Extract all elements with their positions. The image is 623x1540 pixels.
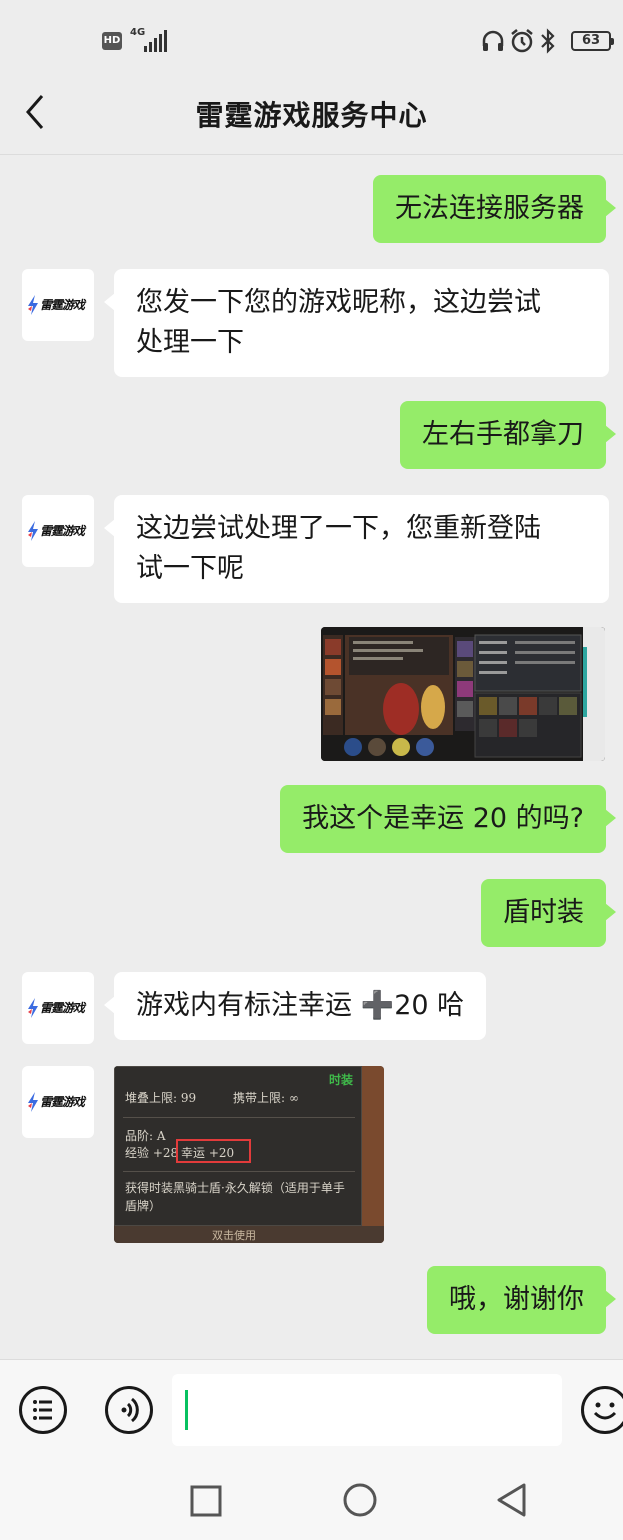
logo-bolt-icon: [28, 295, 38, 315]
emoji-button[interactable]: [581, 1386, 623, 1434]
signal-icon: [144, 30, 168, 52]
luck-highlight-box: [176, 1139, 251, 1163]
chat-title: 雷霆游戏服务中心: [195, 99, 428, 132]
message-sent[interactable]: 左右手都拿刀: [400, 401, 616, 469]
item-tooltip-panel: 时装 堆叠上限: 99 携带上限: ∞ 品阶: A 经验 +28 幸运 +20 …: [114, 1066, 362, 1226]
hd-icon: HD: [102, 32, 122, 50]
item-desc-line1: 获得时装黑骑士盾·永久解锁（适用于单手: [125, 1181, 345, 1195]
status-bar: HD 4G 63: [0, 0, 623, 80]
message-sent[interactable]: 我这个是幸运 20 的吗?: [280, 785, 616, 853]
item-use-hint: 双击使用: [212, 1229, 256, 1242]
avatar[interactable]: 雷霆游戏: [22, 269, 94, 341]
voice-button[interactable]: [105, 1386, 153, 1434]
status-icons: 63: [473, 26, 623, 56]
menu-list-button[interactable]: [19, 1386, 67, 1434]
alarm-icon: [511, 29, 533, 53]
nav-home-icon[interactable]: [341, 1481, 379, 1519]
stack-limit: 堆叠上限: 99: [125, 1091, 197, 1105]
input-bar: [0, 1359, 623, 1461]
received-image-item-tooltip[interactable]: 时装 堆叠上限: 99 携带上限: ∞ 品阶: A 经验 +28 幸运 +20 …: [114, 1066, 384, 1243]
message-received[interactable]: 您发一下您的游戏昵称，这边尝试 处理一下: [104, 269, 609, 377]
carry-limit: 携带上限: ∞: [233, 1091, 299, 1105]
message-sent[interactable]: 无法连接服务器: [373, 175, 616, 243]
battery-icon: 63: [571, 31, 614, 51]
bluetooth-icon: [541, 28, 555, 54]
avatar-label: 雷霆游戏: [40, 298, 85, 312]
divider: [123, 1117, 355, 1118]
headphones-icon: [482, 30, 504, 51]
nav-back-icon[interactable]: [494, 1481, 530, 1519]
sent-image-game-screenshot[interactable]: [321, 627, 605, 761]
tooltip-bg-art: [362, 1066, 384, 1243]
item-exp: 经验 +28: [125, 1146, 179, 1160]
logo-bolt-icon: [28, 521, 38, 541]
avatar-label: 雷霆游戏: [40, 1001, 85, 1015]
voice-icon: [121, 1397, 139, 1423]
emoji-icon: [593, 1402, 617, 1420]
avatar-label: 雷霆游戏: [40, 1095, 85, 1109]
menu-list-icon: [33, 1400, 52, 1420]
network-type: 4G: [130, 27, 146, 38]
message-sent[interactable]: 哦，谢谢你: [427, 1266, 616, 1334]
nav-recent-icon[interactable]: [188, 1483, 224, 1519]
game-screenshot-graphic: [321, 627, 605, 761]
message-sent[interactable]: 盾时装: [481, 879, 616, 947]
divider: [123, 1171, 355, 1172]
item-desc-line2: 盾牌）: [125, 1199, 162, 1213]
item-tag: 时装: [329, 1073, 354, 1087]
item-grade: 品阶: A: [125, 1129, 166, 1143]
message-input[interactable]: [172, 1374, 562, 1446]
avatar[interactable]: 雷霆游戏: [22, 495, 94, 567]
chat-header: 雷霆游戏服务中心: [0, 80, 623, 155]
avatar[interactable]: 雷霆游戏: [22, 972, 94, 1044]
avatar-label: 雷霆游戏: [40, 524, 85, 538]
logo-bolt-icon: [28, 998, 38, 1018]
message-received[interactable]: 游戏内有标注幸运 ➕20 哈: [103, 972, 487, 1040]
logo-bolt-icon: [28, 1092, 38, 1112]
system-nav-bar: [0, 1461, 623, 1540]
text-caret: [185, 1390, 188, 1430]
avatar[interactable]: 雷霆游戏: [22, 1066, 94, 1138]
message-received[interactable]: 这边尝试处理了一下，您重新登陆 试一下呢: [104, 495, 609, 603]
